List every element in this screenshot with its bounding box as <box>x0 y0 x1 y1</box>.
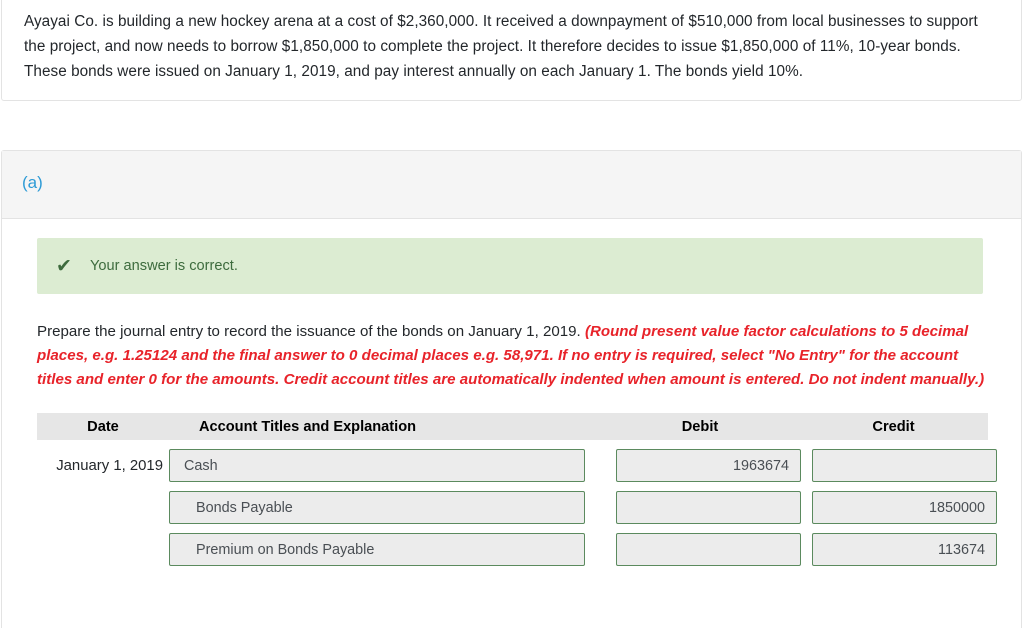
account-title-input[interactable] <box>169 491 585 524</box>
table-row: January 1, 2019 <box>37 449 997 482</box>
debit-amount-input[interactable] <box>616 533 801 566</box>
instructions-paragraph: Prepare the journal entry to record the … <box>37 320 985 392</box>
problem-statement-text: Ayayai Co. is building a new hockey aren… <box>24 13 978 80</box>
row-account-cell <box>169 491 601 524</box>
check-icon: ✔ <box>56 255 72 277</box>
answer-correct-banner: ✔ Your answer is correct. <box>37 238 983 294</box>
credit-amount-input[interactable] <box>812 449 997 482</box>
instructions-lead: Prepare the journal entry to record the … <box>37 323 581 340</box>
column-header-debit: Debit <box>681 418 719 435</box>
row-credit-cell <box>799 491 997 524</box>
column-header-credit: Credit <box>872 418 915 435</box>
page-root: Ayayai Co. is building a new hockey aren… <box>0 0 1024 628</box>
row-credit-cell <box>799 533 997 566</box>
row-debit-cell <box>601 533 801 566</box>
debit-amount-input[interactable] <box>616 491 801 524</box>
row-debit-cell <box>601 449 801 482</box>
answer-correct-text: Your answer is correct. <box>90 258 238 274</box>
account-title-input[interactable] <box>169 533 585 566</box>
row-credit-cell <box>799 449 997 482</box>
journal-table-header-row: Date Account Titles and Explanation Debi… <box>37 413 988 440</box>
row-date-label: January 1, 2019 <box>56 457 163 474</box>
column-header-account: Account Titles and Explanation <box>199 418 417 435</box>
problem-statement-card: Ayayai Co. is building a new hockey aren… <box>1 0 1022 101</box>
account-title-input[interactable] <box>169 449 585 482</box>
table-row <box>37 533 997 566</box>
credit-amount-input[interactable] <box>812 491 997 524</box>
row-account-cell <box>169 533 601 566</box>
part-a-card: (a) ✔ Your answer is correct. Prepare th… <box>1 150 1022 628</box>
part-a-body: ✔ Your answer is correct. Prepare the jo… <box>2 219 1021 566</box>
table-row <box>37 491 997 524</box>
credit-amount-input[interactable] <box>812 533 997 566</box>
row-debit-cell <box>601 491 801 524</box>
part-a-header: (a) <box>2 151 1021 219</box>
row-account-cell <box>169 449 601 482</box>
debit-amount-input[interactable] <box>616 449 801 482</box>
column-header-date: Date <box>87 418 119 435</box>
part-a-label: (a) <box>22 173 43 192</box>
journal-entry-table: Date Account Titles and Explanation Debi… <box>37 413 997 566</box>
